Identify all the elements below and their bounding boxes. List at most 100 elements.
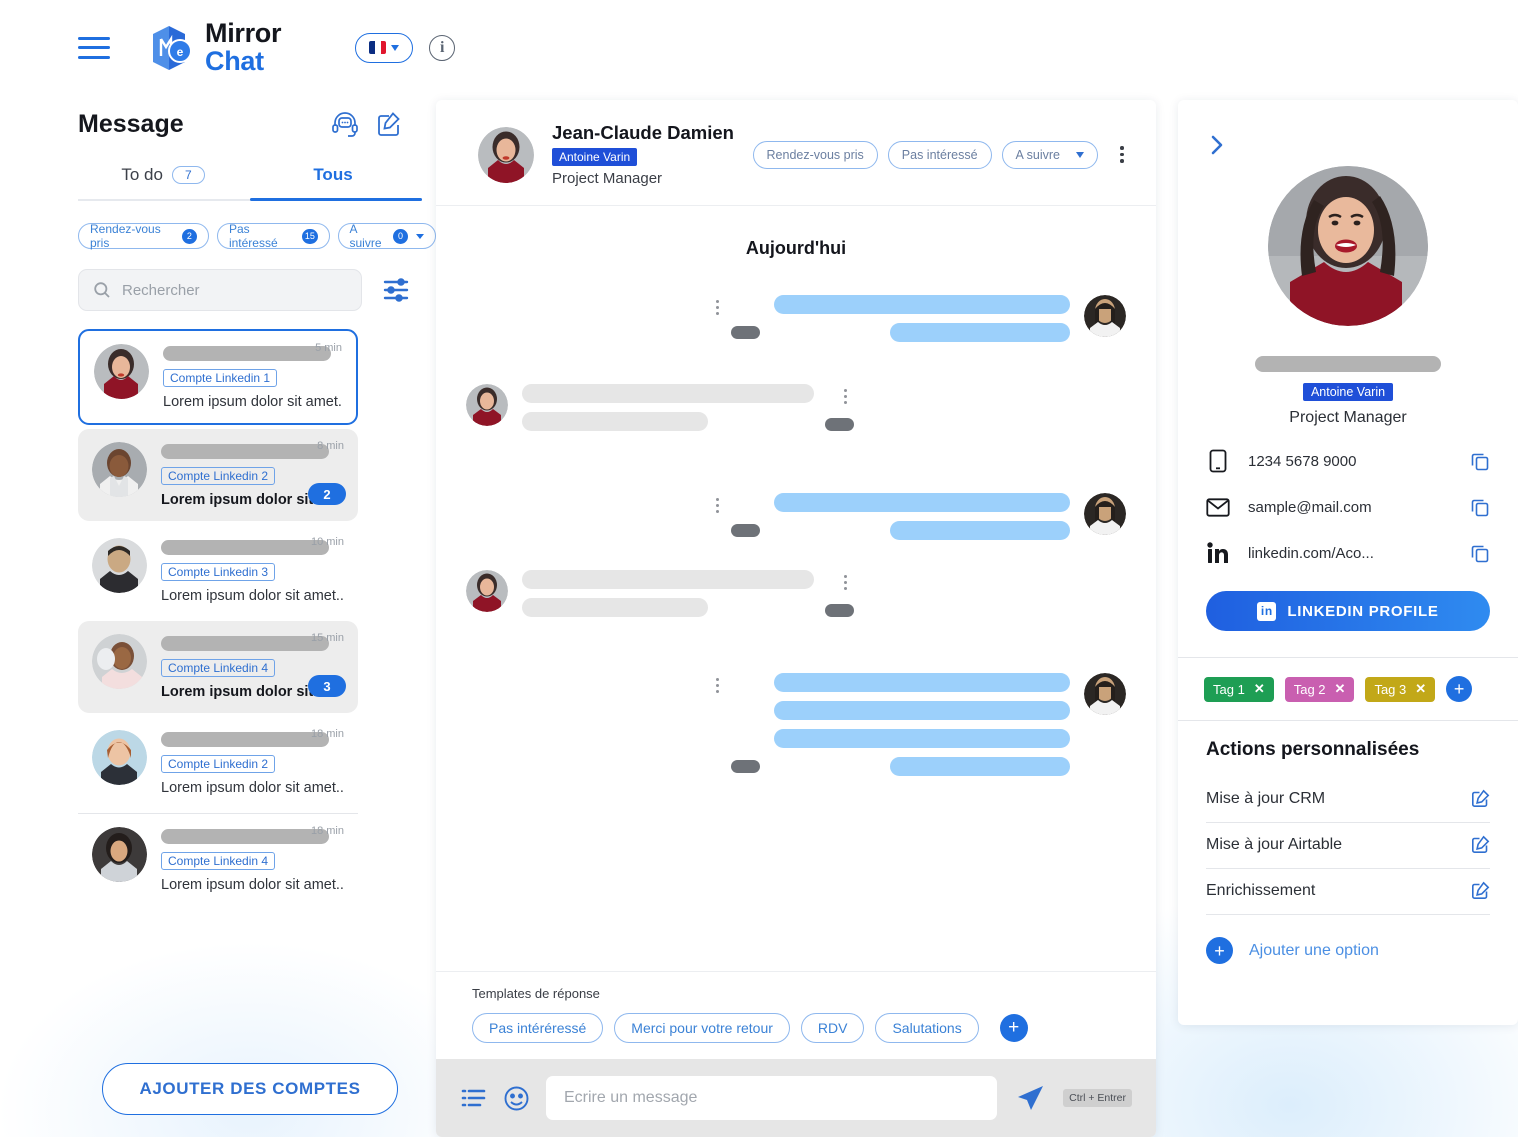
message-composer: Ctrl + Entrer bbox=[436, 1059, 1156, 1137]
avatar bbox=[1084, 673, 1126, 715]
tag-chip-3[interactable]: Tag 3 ✕ bbox=[1365, 676, 1436, 702]
menu-icon[interactable] bbox=[78, 36, 110, 59]
linkedin-icon: in bbox=[1257, 601, 1277, 621]
action-label: Mise à jour Airtable bbox=[1206, 835, 1343, 853]
french-flag-icon bbox=[369, 41, 387, 54]
copy-icon[interactable] bbox=[1471, 544, 1490, 563]
message-row-incoming bbox=[466, 570, 1126, 617]
message-more-icon[interactable] bbox=[716, 678, 719, 693]
contact-account-tag: Antoine Varin bbox=[552, 148, 638, 166]
list-item[interactable]: Compte Linkedin 4 Lorem ipsum dolor sit.… bbox=[78, 621, 358, 713]
list-item[interactable]: Compte Linkedin 2 Lorem ipsum dolor sit.… bbox=[78, 429, 358, 521]
mirror-chat-logo-icon: e bbox=[148, 23, 194, 73]
message-preview: Lorem ipsum dolor sit amet... bbox=[161, 588, 344, 604]
message-status-placeholder bbox=[731, 760, 760, 773]
message-status-placeholder bbox=[731, 524, 760, 537]
add-tag-button[interactable]: + bbox=[1446, 676, 1473, 702]
tab-tous-label: Tous bbox=[313, 165, 353, 184]
tabs-underline bbox=[78, 198, 422, 201]
app-root: e Mirror Chat i Message To do 7 Tous Ren… bbox=[0, 0, 1518, 1137]
avatar bbox=[1084, 493, 1126, 535]
action-row-crm[interactable]: Mise à jour CRM bbox=[1206, 777, 1490, 823]
sidebar-search-row bbox=[0, 249, 436, 311]
close-icon[interactable]: ✕ bbox=[1415, 681, 1426, 697]
message-more-icon[interactable] bbox=[844, 389, 847, 404]
chat-panel: Jean-Claude Damien Antoine Varin Project… bbox=[436, 100, 1156, 1137]
tab-tous[interactable]: Tous bbox=[248, 165, 436, 199]
send-icon[interactable] bbox=[1013, 1081, 1047, 1115]
message-input[interactable] bbox=[546, 1076, 998, 1120]
list-item[interactable]: Compte Linkedin 4 Lorem ipsum dolor sit … bbox=[78, 813, 358, 906]
avatar bbox=[94, 344, 149, 399]
action-row-enrichissement[interactable]: Enrichissement bbox=[1206, 869, 1490, 915]
close-icon[interactable]: ✕ bbox=[1254, 681, 1265, 697]
close-icon[interactable]: ✕ bbox=[1335, 681, 1346, 697]
tab-todo[interactable]: To do 7 bbox=[78, 165, 248, 199]
avatar bbox=[1268, 166, 1428, 326]
filter-chip-label: Rendez-vous pris bbox=[90, 222, 161, 250]
top-bar: e Mirror Chat i bbox=[0, 0, 1518, 95]
contact-name: Jean-Claude Damien bbox=[552, 122, 734, 143]
status-chip-rendez-vous-pris[interactable]: Rendez-vous pris bbox=[752, 140, 878, 169]
filter-chip-a-suivre[interactable]: A suivre 0 bbox=[337, 222, 436, 250]
status-chip-pas-interesse[interactable]: Pas intéressé bbox=[887, 140, 992, 169]
tag-chip-2[interactable]: Tag 2 ✕ bbox=[1284, 676, 1355, 702]
action-row-airtable[interactable]: Mise à jour Airtable bbox=[1206, 823, 1490, 869]
message-bubble-placeholder bbox=[522, 384, 814, 403]
chevron-down-icon bbox=[391, 44, 400, 51]
sliders-icon[interactable] bbox=[382, 277, 410, 303]
edit-icon[interactable] bbox=[1471, 881, 1490, 900]
linkedin-icon bbox=[1206, 541, 1230, 565]
timestamp: 18 min bbox=[310, 825, 344, 837]
timestamp: 5 min bbox=[315, 342, 342, 354]
profile-field-email: sample@mail.com bbox=[1178, 495, 1518, 519]
copy-icon[interactable] bbox=[1471, 498, 1490, 517]
message-bubble-placeholder bbox=[774, 673, 1070, 692]
copy-icon[interactable] bbox=[1471, 452, 1490, 471]
search-input[interactable] bbox=[122, 281, 347, 299]
message-status-placeholder bbox=[731, 326, 760, 339]
chat-status-chips: Rendez-vous pris Pas intéressé A suivre bbox=[752, 140, 1132, 169]
tag-chip-1[interactable]: Tag 1 ✕ bbox=[1204, 676, 1274, 702]
edit-icon[interactable] bbox=[1471, 835, 1490, 854]
filter-chip-rendez-vous-pris[interactable]: Rendez-vous pris 2 bbox=[78, 222, 209, 250]
template-chip-salutations[interactable]: Salutations bbox=[875, 1013, 979, 1043]
template-chip-merci[interactable]: Merci pour votre retour bbox=[614, 1013, 790, 1043]
compose-icon[interactable] bbox=[374, 109, 404, 139]
linkedin-profile-button[interactable]: in LINKEDIN PROFILE bbox=[1206, 591, 1490, 631]
message-more-icon[interactable] bbox=[844, 575, 847, 590]
chat-more-options-icon[interactable] bbox=[1112, 146, 1132, 163]
language-selector[interactable] bbox=[355, 32, 414, 63]
list-item[interactable]: Compte Linkedin 3 Lorem ipsum dolor sit … bbox=[78, 525, 358, 617]
list-item[interactable]: Compte Linkedin 2 Lorem ipsum dolor sit … bbox=[78, 717, 358, 809]
timestamp: 18 min bbox=[310, 728, 344, 740]
message-row-outgoing bbox=[466, 673, 1126, 776]
info-icon[interactable]: i bbox=[429, 34, 456, 61]
avatar bbox=[478, 126, 534, 183]
template-chip-rdv[interactable]: RDV bbox=[800, 1013, 865, 1043]
collapse-panel-icon[interactable] bbox=[1206, 134, 1228, 156]
avatar bbox=[92, 827, 147, 882]
linkedin-profile-label: LINKEDIN PROFILE bbox=[1287, 602, 1439, 620]
emoji-icon[interactable] bbox=[503, 1085, 530, 1112]
message-bubble-placeholder bbox=[890, 757, 1070, 776]
headset-chat-icon[interactable] bbox=[330, 109, 360, 139]
list-icon[interactable] bbox=[460, 1085, 487, 1112]
template-chip-pas-interesse[interactable]: Pas intéréressé bbox=[472, 1013, 604, 1043]
edit-icon[interactable] bbox=[1471, 789, 1490, 808]
contact-role: Project Manager bbox=[552, 170, 663, 187]
chat-header: Jean-Claude Damien Antoine Varin Project… bbox=[436, 100, 1156, 206]
status-chip-label: Pas intéressé bbox=[901, 147, 978, 162]
add-option-button[interactable]: + Ajouter une option bbox=[1206, 937, 1490, 964]
timestamp: 10 min bbox=[310, 536, 344, 548]
add-accounts-button[interactable]: AJOUTER DES COMPTES bbox=[102, 1063, 398, 1115]
message-more-icon[interactable] bbox=[716, 300, 719, 315]
message-more-icon[interactable] bbox=[716, 498, 719, 513]
search-box[interactable] bbox=[78, 269, 362, 311]
filter-chip-pas-interesse[interactable]: Pas intéressé 15 bbox=[216, 222, 330, 250]
profile-role: Project Manager bbox=[1289, 409, 1407, 426]
list-item[interactable]: Compte Linkedin 1 Lorem ipsum dolor sit … bbox=[78, 329, 358, 425]
add-template-button[interactable]: + bbox=[999, 1014, 1028, 1042]
status-chip-a-suivre[interactable]: A suivre bbox=[1001, 140, 1098, 169]
tag-label: Tag 2 bbox=[1293, 681, 1326, 697]
